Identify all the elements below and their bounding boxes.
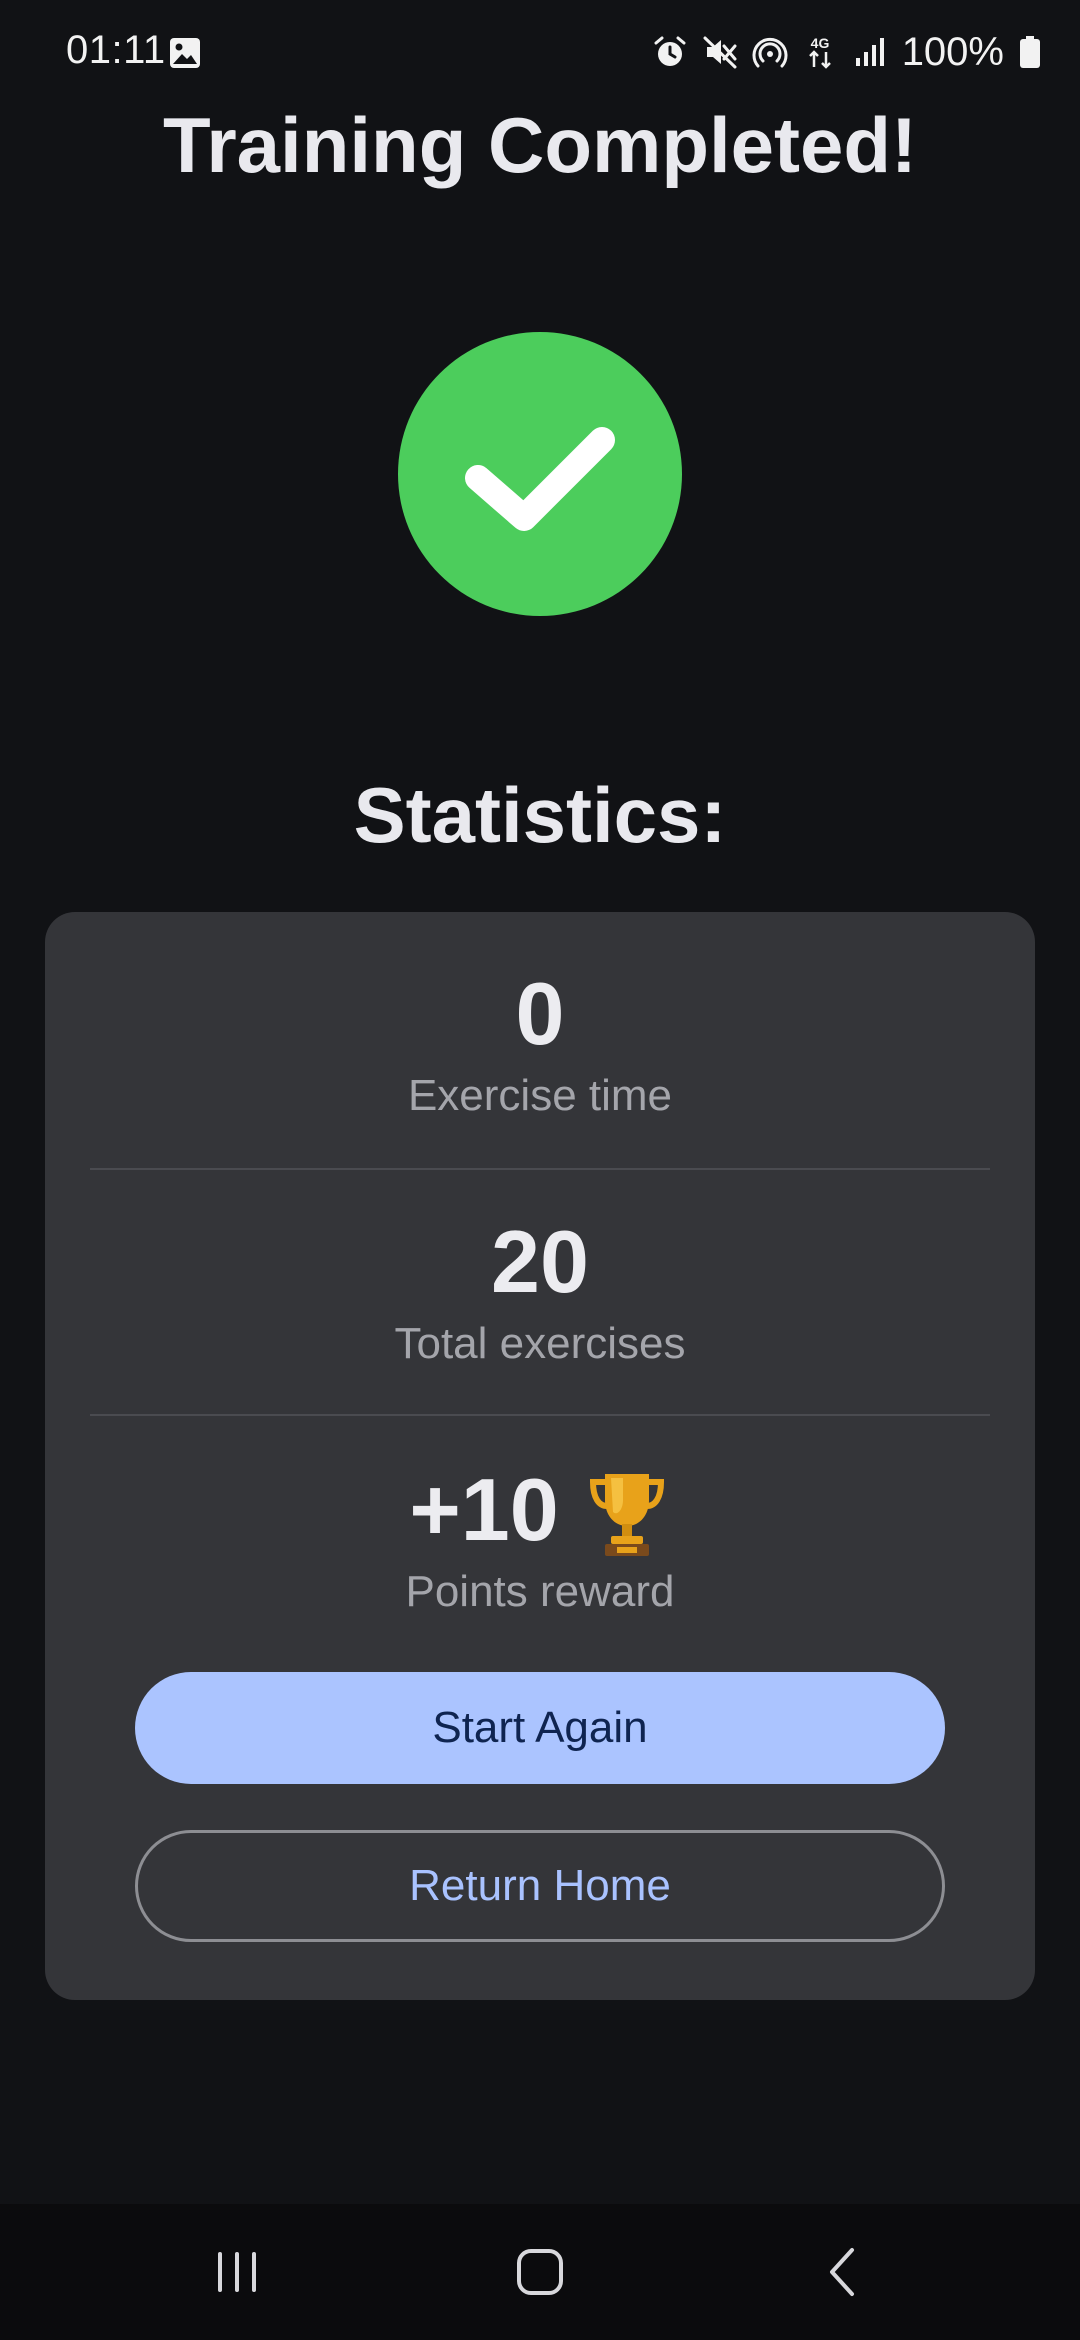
start-again-button[interactable]: Start Again bbox=[135, 1672, 945, 1784]
stat-value: +10 bbox=[409, 1460, 559, 1559]
back-icon[interactable] bbox=[808, 2242, 878, 2302]
stat-value: 20 bbox=[491, 1212, 589, 1311]
status-bar: 01:11 4G 100% bbox=[0, 0, 1080, 104]
battery-icon bbox=[1018, 34, 1042, 70]
hotspot-icon bbox=[752, 34, 788, 70]
stat-divider bbox=[90, 1414, 990, 1416]
recent-apps-icon[interactable] bbox=[202, 2242, 272, 2302]
stats-card: 0 Exercise time 20 Total exercises +10 P… bbox=[45, 912, 1035, 2000]
alarm-icon bbox=[652, 34, 688, 70]
signal-icon bbox=[852, 34, 888, 70]
check-icon bbox=[465, 427, 615, 531]
image-icon bbox=[168, 36, 202, 70]
stat-label: Points reward bbox=[405, 1567, 675, 1616]
home-icon[interactable] bbox=[505, 2242, 575, 2302]
stat-value: 0 bbox=[515, 964, 565, 1063]
stat-divider bbox=[90, 1168, 990, 1170]
svg-text:4G: 4G bbox=[810, 35, 829, 51]
screen: 01:11 4G 100% Training Completed! Statis… bbox=[0, 0, 1080, 2340]
stat-label: Exercise time bbox=[407, 1071, 673, 1120]
battery-percentage: 100% bbox=[901, 29, 1004, 74]
stat-label: Total exercises bbox=[394, 1319, 686, 1368]
system-nav-bar bbox=[0, 2204, 1080, 2340]
stat-value-row: +10 bbox=[45, 1460, 1035, 1560]
success-badge bbox=[398, 332, 682, 616]
trophy-icon bbox=[583, 1460, 671, 1560]
page-title: Training Completed! bbox=[162, 101, 918, 189]
status-time: 01:11 bbox=[66, 28, 166, 72]
stat-total-exercises: 20 Total exercises bbox=[45, 1212, 1035, 1372]
stats-heading: Statistics: bbox=[353, 771, 727, 859]
return-home-button[interactable]: Return Home bbox=[135, 1830, 945, 1942]
stat-exercise-time: 0 Exercise time bbox=[45, 964, 1035, 1124]
4g-icon: 4G bbox=[802, 34, 838, 70]
stat-points-reward: +10 Points reward bbox=[45, 1460, 1035, 1620]
mute-icon bbox=[702, 34, 738, 70]
status-icons: 4G 100% bbox=[652, 28, 1042, 76]
